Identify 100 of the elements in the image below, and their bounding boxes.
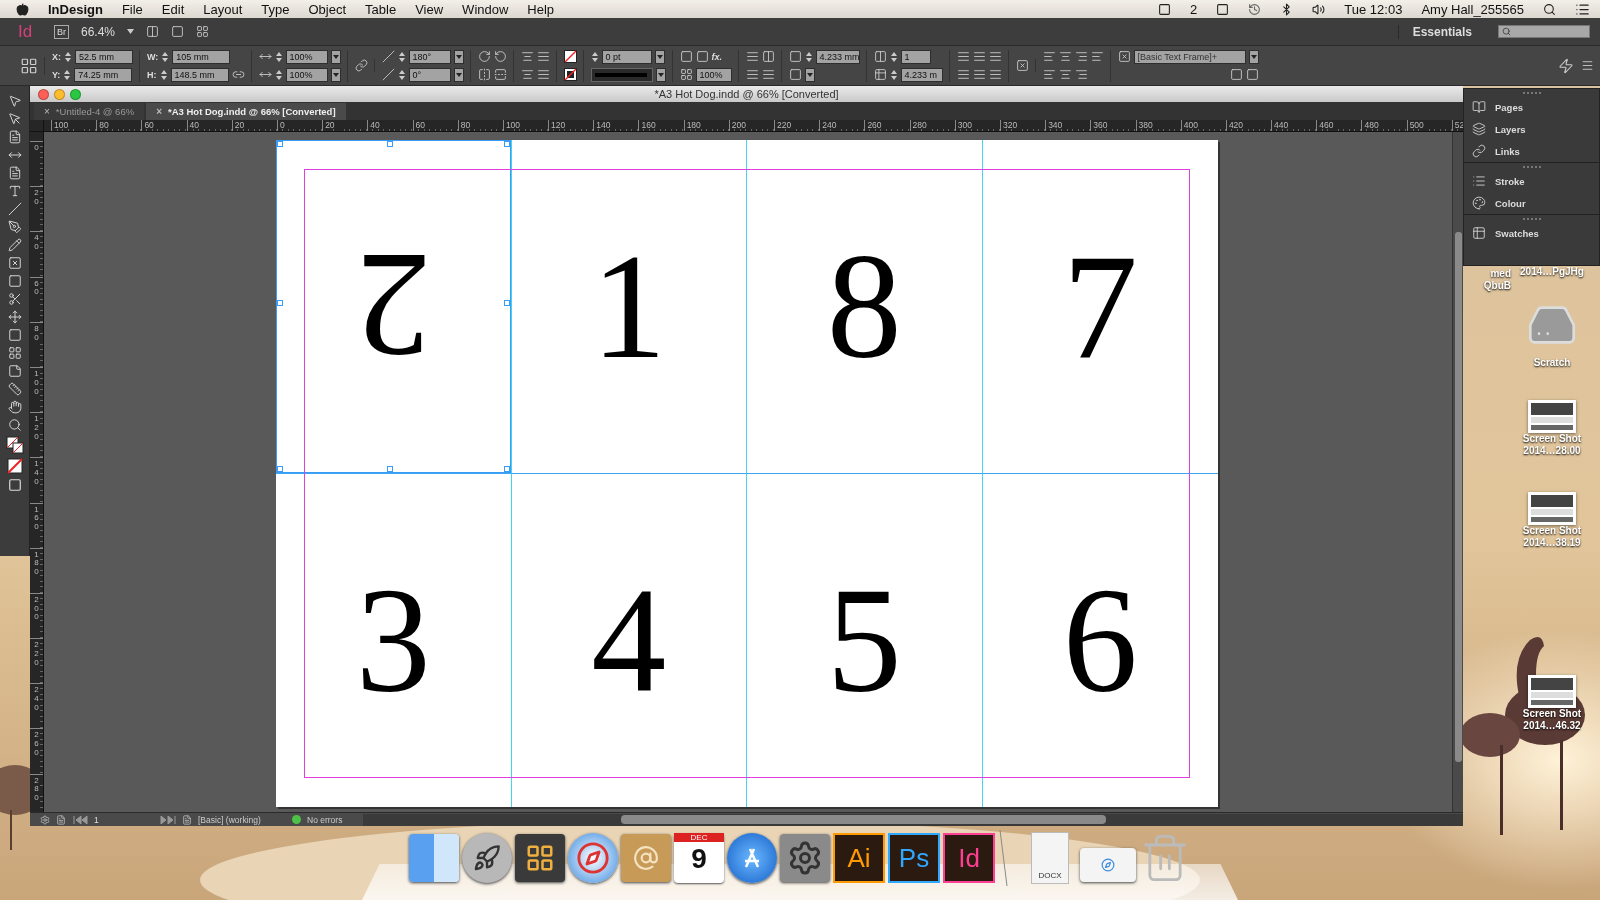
panel-tab[interactable]: Stroke (1464, 170, 1599, 192)
zoom-button[interactable] (70, 88, 81, 100)
align-icon[interactable] (520, 68, 534, 81)
object-style-field[interactable]: [Basic Text Frame]+ (1133, 49, 1246, 64)
justify-icon[interactable] (988, 50, 1002, 63)
height-field[interactable]: 148.5 mm (170, 67, 229, 82)
stroke-weight-field[interactable]: 0 pt (601, 49, 652, 64)
calendar-icon[interactable]: DEC 9 (674, 833, 724, 883)
y-field[interactable]: 74.25 mm (74, 67, 133, 82)
menu-item[interactable]: Table (365, 1, 397, 17)
align-icon[interactable] (1074, 50, 1088, 63)
mission-control-icon[interactable] (515, 834, 565, 882)
x-field[interactable]: 52.5 mm (75, 49, 133, 64)
first-page-icon[interactable] (72, 814, 88, 825)
status-icon[interactable] (1158, 2, 1172, 16)
apply-none-icon[interactable] (6, 458, 23, 474)
justify-icon[interactable] (972, 68, 986, 81)
dropdown-button[interactable] (453, 67, 464, 82)
clock[interactable]: Tue 12:03 (1344, 1, 1403, 17)
link-icon[interactable] (1472, 144, 1486, 158)
gear-icon[interactable] (780, 834, 830, 882)
align-icon[interactable] (1058, 50, 1072, 63)
dropdown-button[interactable] (804, 67, 815, 82)
page-field[interactable]: 1 (94, 814, 154, 825)
menu-item[interactable]: View (415, 1, 444, 17)
status-icon[interactable] (1216, 2, 1230, 16)
frame-style-icon[interactable] (1117, 50, 1131, 63)
align-icon[interactable] (1074, 68, 1088, 81)
stroke-swatch[interactable] (563, 68, 577, 81)
fill-swatch[interactable] (563, 50, 577, 63)
app-icon[interactable]: Ps (888, 833, 940, 883)
dropdown-button[interactable] (1248, 49, 1259, 64)
frame-tool-icon[interactable] (7, 256, 22, 270)
align-icon[interactable] (1090, 50, 1104, 63)
screenshot-thumbnail[interactable] (1528, 492, 1576, 525)
adobe-count[interactable]: 2 (1190, 1, 1198, 17)
menu-item[interactable]: Edit (161, 1, 185, 17)
search-field[interactable] (1498, 25, 1590, 38)
dropdown-button[interactable] (330, 67, 341, 82)
stroke-style-field[interactable] (590, 67, 653, 82)
menu-item[interactable]: Layout (203, 1, 243, 17)
selection-tool-icon[interactable] (7, 94, 22, 108)
note-tool-icon[interactable] (7, 364, 22, 378)
gutter-field[interactable]: 4.233 m (900, 67, 943, 82)
hand-tool-icon[interactable] (7, 400, 22, 414)
resize-handle[interactable] (503, 141, 510, 147)
panel-tab[interactable]: Links (1464, 140, 1599, 162)
type-tool-icon[interactable] (7, 184, 22, 198)
caret-icon[interactable] (127, 29, 135, 34)
screenshot-thumbnail[interactable] (1528, 675, 1576, 708)
grid-icon[interactable] (1472, 226, 1486, 240)
inset-field[interactable]: 4.233 mm (815, 49, 860, 64)
file-name[interactable]: Screen Shot (1522, 708, 1582, 720)
selection-frame[interactable] (276, 140, 511, 473)
columns-field[interactable]: 1 (900, 49, 931, 64)
next-page-icon[interactable] (160, 814, 176, 825)
arrange-icon[interactable] (196, 25, 210, 38)
menu-item[interactable]: InDesign (48, 1, 103, 17)
panel-menu-icon[interactable] (1581, 59, 1594, 72)
app-icon[interactable]: Ai (833, 833, 885, 883)
panel-tab[interactable]: Layers (1464, 118, 1599, 140)
scissors-icon[interactable] (7, 292, 22, 306)
panel-tab[interactable]: Swatches (1464, 222, 1599, 244)
horizontal-scrollbar[interactable] (363, 813, 1463, 826)
resize-handle[interactable] (387, 465, 394, 472)
lines-icon[interactable] (1472, 174, 1486, 188)
rotate-icon[interactable] (477, 50, 491, 63)
measure-tool-icon[interactable] (7, 382, 22, 396)
effects-button[interactable]: fx. (711, 51, 722, 62)
dropdown-button[interactable] (330, 49, 341, 64)
workspace-switcher[interactable]: Essentials (1397, 24, 1486, 39)
preflight-profile[interactable]: [Basic] (working) (198, 814, 286, 825)
direct-selection-icon[interactable] (7, 112, 22, 126)
distribute-icon[interactable] (536, 68, 550, 81)
distribute-icon[interactable] (536, 50, 550, 63)
list-icon[interactable] (1575, 1, 1590, 17)
search-icon[interactable] (1543, 2, 1556, 16)
file-name[interactable]: 2014…46.32 (1523, 720, 1581, 732)
resize-handle[interactable] (277, 141, 283, 147)
window-thumbnail[interactable] (1080, 848, 1136, 882)
document-icon[interactable]: DOCX (1031, 832, 1069, 884)
fit-frame-icon[interactable] (1015, 59, 1029, 72)
pencil-tool-icon[interactable] (7, 238, 22, 252)
rotation-field[interactable]: 180° (408, 49, 451, 64)
flip-icon[interactable] (477, 68, 491, 81)
preflight-status[interactable]: No errors (307, 814, 357, 825)
align-icon[interactable] (1042, 50, 1056, 63)
zoom-level[interactable]: 66.4% (81, 24, 116, 39)
time-machine-icon[interactable] (1248, 2, 1262, 16)
dropdown-button[interactable] (654, 49, 665, 64)
dropdown-button[interactable] (655, 67, 666, 82)
menu-item[interactable]: File (121, 1, 143, 17)
pages-icon[interactable] (1472, 100, 1486, 114)
resize-handle[interactable] (277, 300, 283, 307)
resize-handle[interactable] (503, 300, 510, 307)
lightning-icon[interactable] (1558, 57, 1574, 74)
justify-icon[interactable] (956, 50, 970, 63)
menu-item[interactable]: Window (462, 1, 509, 17)
apple-icon[interactable] (16, 2, 29, 16)
resize-handle[interactable] (387, 141, 394, 147)
